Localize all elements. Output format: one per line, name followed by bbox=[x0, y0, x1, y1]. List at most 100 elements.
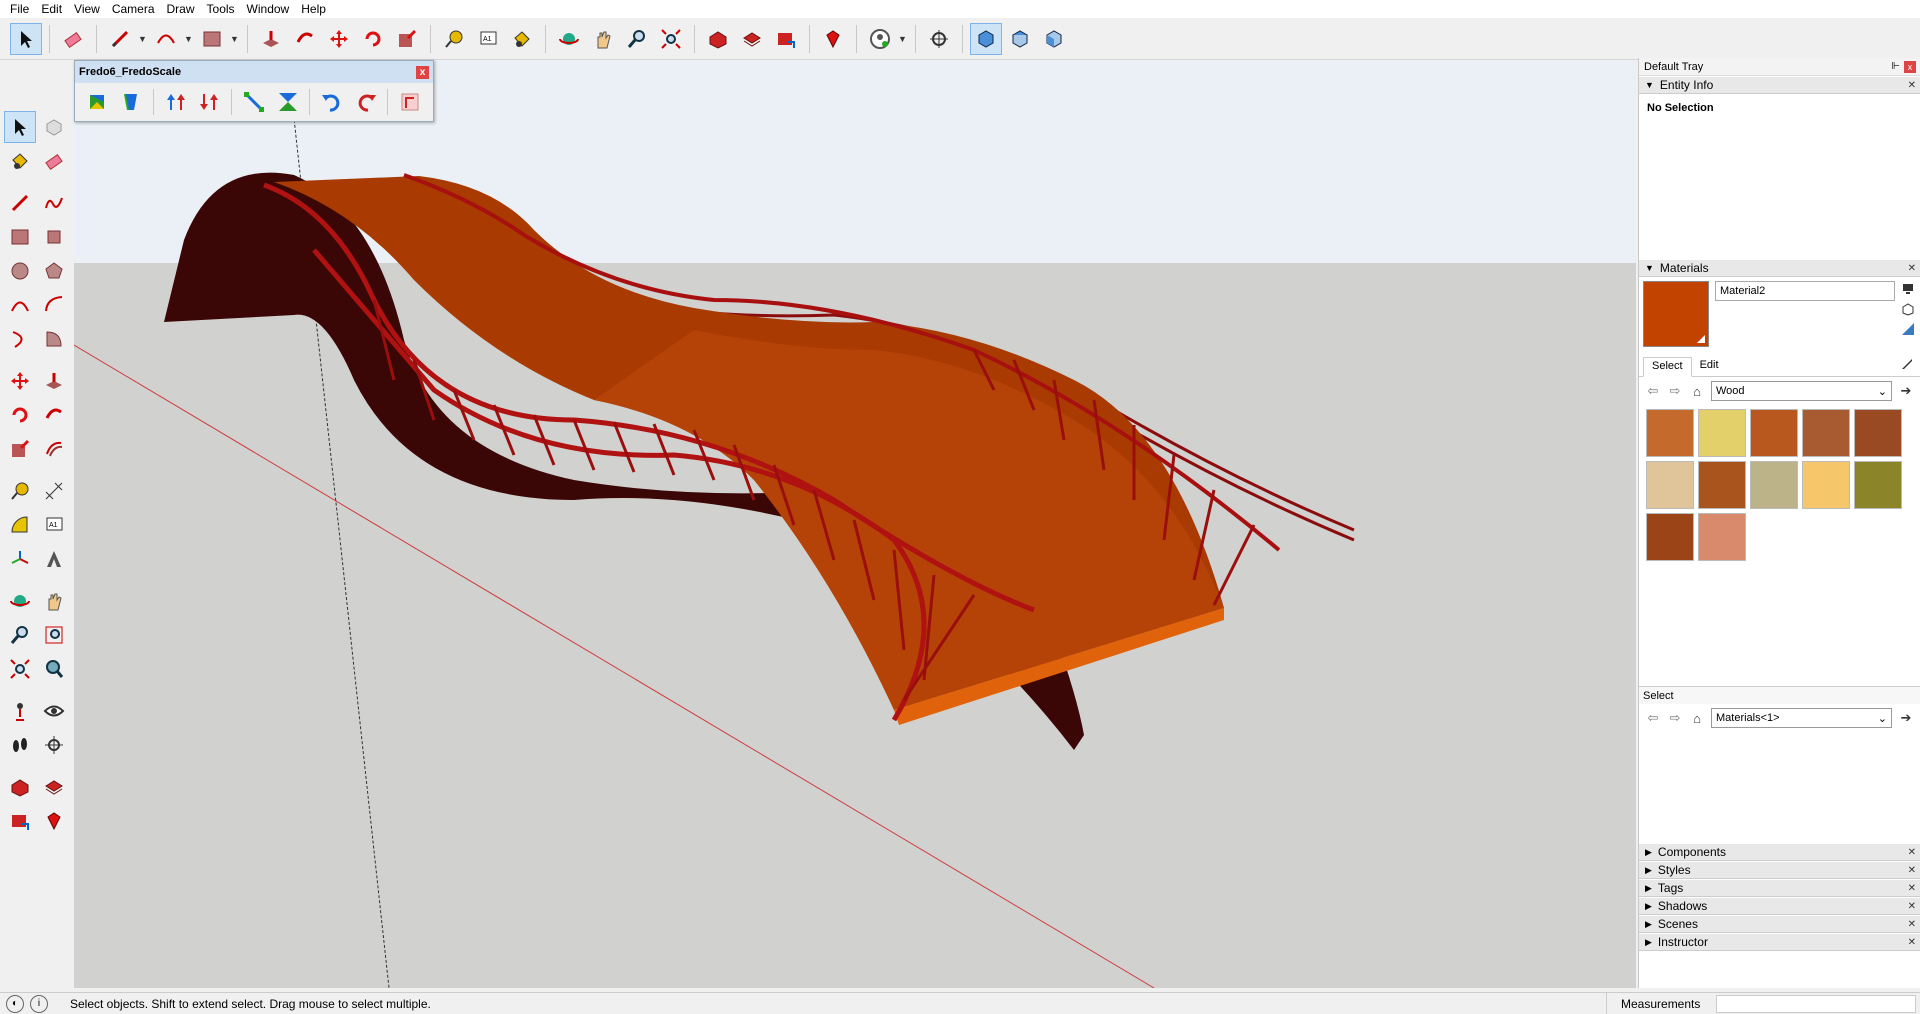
fredoscale-titlebar[interactable]: Fredo6_FredoScale x bbox=[75, 61, 433, 83]
scale-icon[interactable] bbox=[391, 23, 423, 55]
two-point-arc-icon[interactable] bbox=[38, 289, 70, 321]
protractor-icon[interactable] bbox=[4, 509, 36, 541]
instructor-header[interactable]: ▶ Instructor ✕ bbox=[1639, 933, 1920, 951]
zoom-extents-icon[interactable] bbox=[655, 23, 687, 55]
create-material-icon[interactable] bbox=[1900, 301, 1916, 317]
arc-icon[interactable] bbox=[4, 289, 36, 321]
select-icon[interactable] bbox=[4, 111, 36, 143]
close-icon[interactable]: x bbox=[416, 65, 429, 79]
pan-icon[interactable] bbox=[587, 23, 619, 55]
previous-view-icon[interactable] bbox=[38, 653, 70, 685]
pie-icon[interactable] bbox=[38, 323, 70, 355]
push-pull-icon[interactable] bbox=[38, 365, 70, 397]
forward-arrow-icon[interactable]: ⇨ bbox=[1667, 710, 1683, 726]
tab-select[interactable]: Select bbox=[1643, 357, 1692, 377]
pencil-icon[interactable] bbox=[104, 23, 136, 55]
material-swatch[interactable] bbox=[1646, 461, 1694, 509]
account-icon[interactable] bbox=[864, 23, 896, 55]
fredo-settings-icon[interactable] bbox=[395, 87, 425, 117]
paint-bucket-icon[interactable] bbox=[4, 145, 36, 177]
stretch-up-icon[interactable] bbox=[161, 87, 191, 117]
scale-icon[interactable] bbox=[4, 433, 36, 465]
geo-location-icon[interactable]: ◐ bbox=[6, 994, 24, 1013]
menu-help[interactable]: Help bbox=[295, 0, 332, 18]
close-icon[interactable]: ✕ bbox=[1908, 883, 1916, 894]
front-view-icon[interactable] bbox=[1038, 23, 1070, 55]
collection-select[interactable]: Wood ⌄ bbox=[1711, 381, 1892, 401]
polygon-icon[interactable] bbox=[38, 255, 70, 287]
menu-view[interactable]: View bbox=[68, 0, 106, 18]
display-secondary-pane-icon[interactable] bbox=[1900, 281, 1916, 297]
sample-paint-icon[interactable] bbox=[1900, 357, 1914, 376]
pin-icon[interactable]: ⊩ bbox=[1891, 61, 1900, 72]
offset-icon[interactable] bbox=[38, 433, 70, 465]
materials-header[interactable]: ▼ Materials ✕ bbox=[1639, 259, 1920, 277]
ruby-console-icon[interactable] bbox=[817, 23, 849, 55]
material-swatch[interactable] bbox=[1750, 409, 1798, 457]
close-icon[interactable]: x bbox=[1904, 60, 1916, 73]
rectangle-icon[interactable] bbox=[196, 23, 228, 55]
close-icon[interactable]: ✕ bbox=[1908, 919, 1916, 930]
material-swatch[interactable] bbox=[1750, 461, 1798, 509]
circle-icon[interactable] bbox=[4, 255, 36, 287]
look-around-icon[interactable] bbox=[38, 695, 70, 727]
menu-tools[interactable]: Tools bbox=[201, 0, 241, 18]
close-icon[interactable]: ✕ bbox=[1908, 937, 1916, 948]
details-arrow-icon[interactable]: ➔ bbox=[1898, 710, 1914, 726]
material-swatch[interactable] bbox=[1698, 513, 1746, 561]
extension-warehouse-icon[interactable] bbox=[38, 771, 70, 803]
menu-window[interactable]: Window bbox=[241, 0, 296, 18]
material-swatch[interactable] bbox=[1646, 513, 1694, 561]
move-icon[interactable] bbox=[4, 365, 36, 397]
rotated-rectangle-icon[interactable] bbox=[38, 221, 70, 253]
pan-icon[interactable] bbox=[38, 585, 70, 617]
material-swatch[interactable] bbox=[1854, 461, 1902, 509]
eraser-icon[interactable] bbox=[38, 145, 70, 177]
zoom-icon[interactable] bbox=[4, 619, 36, 651]
tags-header[interactable]: ▶ Tags ✕ bbox=[1639, 879, 1920, 897]
ruby-console-icon[interactable] bbox=[38, 805, 70, 837]
send-to-layout-icon[interactable] bbox=[4, 805, 36, 837]
iso-view-icon[interactable] bbox=[970, 22, 1002, 55]
section-plane-icon[interactable] bbox=[38, 729, 70, 761]
details-arrow-icon[interactable]: ➔ bbox=[1898, 383, 1914, 399]
menu-edit[interactable]: Edit bbox=[35, 0, 68, 18]
fredoscale-toolbar[interactable]: Fredo6_FredoScale x bbox=[74, 60, 434, 122]
stretch-down-icon[interactable] bbox=[195, 87, 225, 117]
rectangle-icon[interactable] bbox=[4, 221, 36, 253]
chevron-down-icon[interactable]: ▼ bbox=[230, 34, 240, 44]
current-material-swatch[interactable] bbox=[1643, 281, 1709, 347]
eraser-icon[interactable] bbox=[57, 23, 89, 55]
chevron-down-icon[interactable]: ▼ bbox=[184, 34, 194, 44]
menu-draw[interactable]: Draw bbox=[161, 0, 201, 18]
text-icon[interactable]: A1 bbox=[38, 509, 70, 541]
tapering-icon[interactable] bbox=[117, 87, 147, 117]
3d-text-icon[interactable] bbox=[38, 543, 70, 575]
tab-edit[interactable]: Edit bbox=[1692, 357, 1727, 376]
move-icon[interactable] bbox=[323, 23, 355, 55]
material-name-input[interactable] bbox=[1715, 281, 1895, 301]
home-icon[interactable]: ⌂ bbox=[1689, 711, 1705, 726]
rotate-icon[interactable] bbox=[357, 23, 389, 55]
chevron-down-icon[interactable]: ▼ bbox=[138, 34, 148, 44]
box-scale-icon[interactable] bbox=[83, 87, 113, 117]
component-icon[interactable] bbox=[38, 111, 70, 143]
text-icon[interactable]: A1 bbox=[472, 23, 504, 55]
close-icon[interactable]: ✕ bbox=[1908, 865, 1916, 876]
chevron-down-icon[interactable]: ▼ bbox=[898, 34, 908, 44]
rotate-right-icon[interactable] bbox=[351, 87, 381, 117]
follow-me-icon[interactable] bbox=[38, 399, 70, 431]
position-camera-icon[interactable] bbox=[923, 23, 955, 55]
back-arrow-icon[interactable]: ⇦ bbox=[1645, 383, 1661, 399]
rotate-left-icon[interactable] bbox=[317, 87, 347, 117]
follow-me-icon[interactable] bbox=[289, 23, 321, 55]
measurements-input[interactable] bbox=[1716, 995, 1916, 1013]
tape-measure-icon[interactable] bbox=[438, 23, 470, 55]
push-pull-icon[interactable] bbox=[255, 23, 287, 55]
bend-icon[interactable] bbox=[273, 87, 303, 117]
close-icon[interactable]: ✕ bbox=[1908, 901, 1916, 912]
material-swatch[interactable] bbox=[1698, 461, 1746, 509]
position-camera-icon[interactable] bbox=[4, 695, 36, 727]
scenes-header[interactable]: ▶ Scenes ✕ bbox=[1639, 915, 1920, 933]
material-swatch[interactable] bbox=[1854, 409, 1902, 457]
